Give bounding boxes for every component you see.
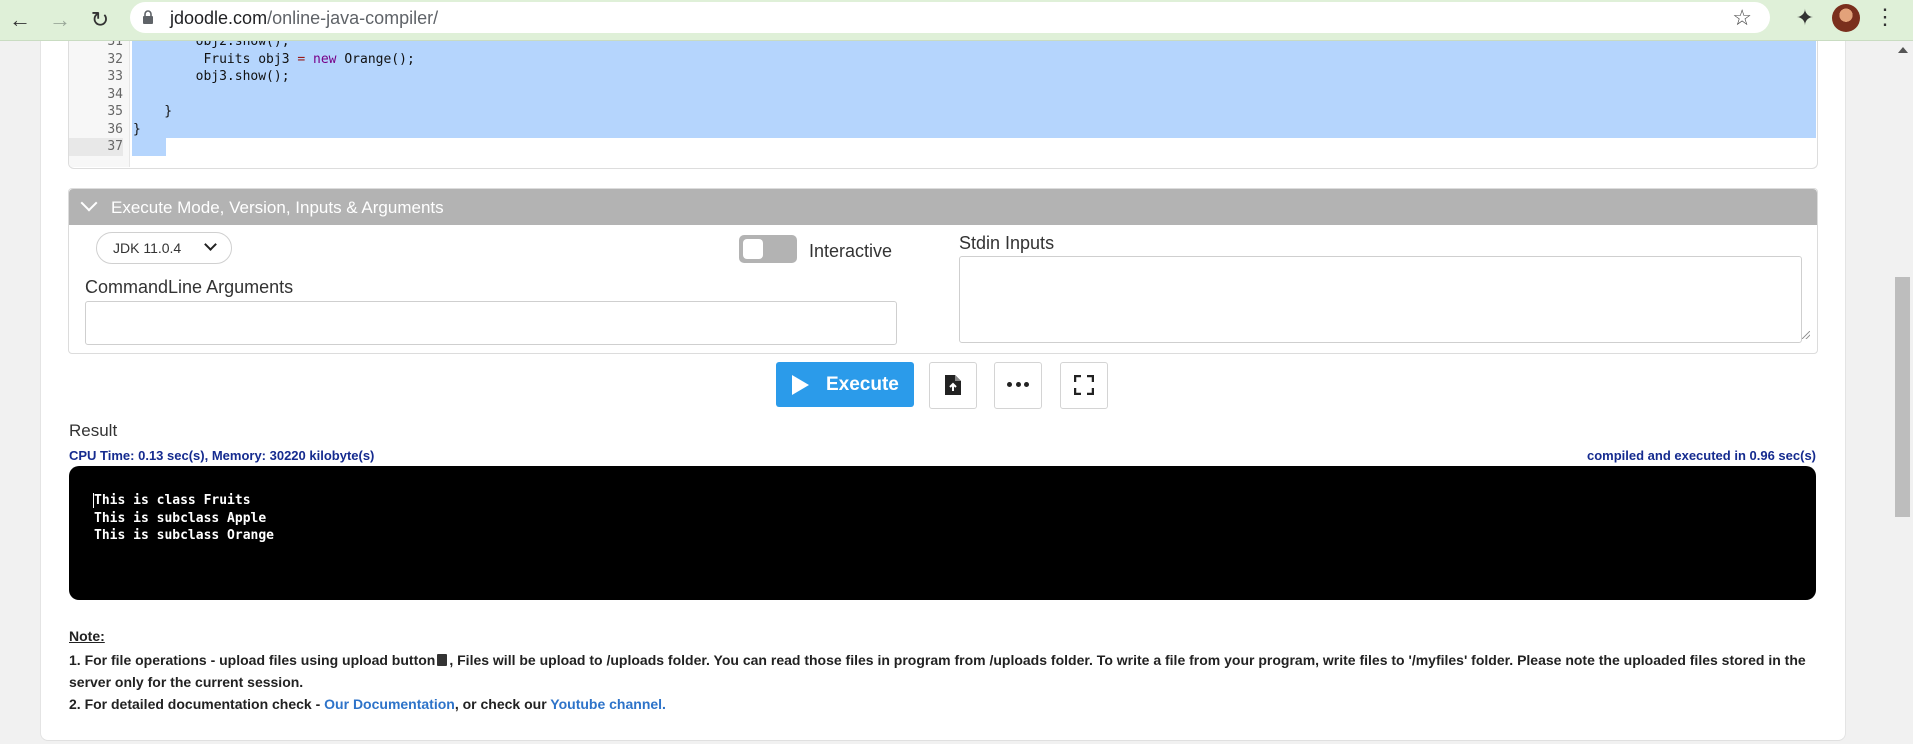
note-section: Note: 1. For file operations - upload fi…	[69, 628, 1821, 715]
url-path: /online-java-compiler/	[267, 8, 439, 28]
note-item-2: 2. For detailed documentation check - Ou…	[69, 696, 666, 712]
chevron-down-icon	[80, 194, 98, 212]
cmd-args-label: CommandLine Arguments	[85, 277, 294, 297]
chevron-down-icon	[204, 238, 217, 251]
extensions-puzzle-icon[interactable]: ✦	[1793, 6, 1817, 30]
output-console[interactable]: This is class Fruits This is subclass Ap…	[69, 466, 1816, 600]
line-number: 35	[107, 104, 123, 119]
output-line: This is subclass Apple	[94, 510, 267, 526]
execute-options-header[interactable]: Execute Mode, Version, Inputs & Argument…	[69, 189, 1817, 225]
line-numbers: 31 32 33 34 35 36 37	[69, 41, 123, 156]
url-domain: jdoodle.com	[170, 8, 268, 28]
scroll-up-arrow-icon[interactable]	[1898, 47, 1908, 53]
code-text: obj2.show(); Fruits obj3 = new Orange();…	[133, 41, 415, 156]
stdin-input[interactable]	[959, 256, 1802, 343]
line-number-active: 37	[69, 138, 123, 156]
code-editor[interactable]: 31 32 33 34 35 36 37 obj2.show(); Fruits…	[68, 41, 1818, 169]
address-bar[interactable]: jdoodle.com/online-java-compiler/ ☆	[130, 2, 1770, 33]
play-icon	[792, 375, 809, 395]
result-heading: Result	[69, 421, 118, 440]
browser-toolbar: ← → ↻ jdoodle.com/online-java-compiler/ …	[0, 0, 1913, 41]
execute-button[interactable]: Execute	[776, 362, 914, 407]
documentation-link[interactable]: Our Documentation	[324, 696, 455, 712]
url-text: jdoodle.com/online-java-compiler/	[170, 8, 438, 29]
fullscreen-button[interactable]	[1060, 362, 1108, 409]
resize-grip-icon[interactable]	[1802, 331, 1810, 339]
line-number: 33	[107, 69, 123, 84]
more-dots-icon	[1007, 382, 1029, 388]
file-upload-icon	[437, 654, 448, 666]
profile-avatar[interactable]	[1832, 4, 1860, 32]
file-upload-icon	[945, 375, 961, 395]
browser-menu-icon[interactable]: ⋮	[1874, 4, 1896, 30]
forward-arrow-icon[interactable]: →	[44, 4, 76, 36]
more-options-button[interactable]	[994, 362, 1042, 409]
interactive-label: Interactive	[809, 241, 893, 261]
execute-options-title: Execute Mode, Version, Inputs & Argument…	[111, 198, 444, 217]
output-line: This is subclass Orange	[94, 528, 275, 543]
code-line: Fruits obj3 = new Orange();	[133, 51, 415, 67]
jdk-version-select[interactable]: JDK 11.0.4	[96, 232, 232, 264]
cpu-memory-info: CPU Time: 0.13 sec(s), Memory: 30220 kil…	[69, 448, 375, 463]
execute-label: Execute	[826, 374, 899, 395]
reload-icon[interactable]: ↻	[84, 4, 116, 36]
stdin-label: Stdin Inputs	[959, 233, 1055, 253]
code-line: obj2.show();	[133, 41, 290, 49]
fullscreen-icon	[1074, 375, 1094, 395]
output-line: This is class Fruits	[94, 493, 251, 508]
scroll-thumb[interactable]	[1895, 277, 1910, 517]
code-line: }	[133, 104, 173, 119]
toggle-knob	[743, 239, 763, 259]
lock-icon	[143, 10, 153, 24]
compile-time-info: compiled and executed in 0.96 sec(s)	[1586, 448, 1816, 463]
line-number: 36	[107, 121, 123, 137]
interactive-toggle[interactable]	[739, 235, 797, 263]
line-number: 32	[107, 51, 123, 67]
back-arrow-icon[interactable]: ←	[4, 4, 36, 36]
youtube-channel-link[interactable]: Youtube channel.	[550, 696, 666, 712]
cmd-args-input[interactable]	[85, 301, 897, 345]
code-line: obj3.show();	[133, 69, 290, 84]
page-scrollbar[interactable]	[1892, 41, 1913, 744]
code-line: }	[133, 121, 141, 137]
line-number: 34	[107, 86, 123, 102]
jdk-version-value: JDK 11.0.4	[113, 240, 182, 256]
note-item-1: 1. For file operations - upload files us…	[69, 652, 1806, 690]
note-title: Note:	[69, 628, 105, 644]
output-text: This is class Fruits This is subclass Ap…	[94, 492, 274, 545]
line-number: 31	[107, 41, 123, 49]
upload-file-button[interactable]	[929, 362, 977, 409]
bookmark-star-icon[interactable]: ☆	[1732, 5, 1752, 31]
execute-options-panel: Execute Mode, Version, Inputs & Argument…	[68, 188, 1818, 354]
editor-gutter: 31 32 33 34 35 36 37	[69, 41, 130, 167]
